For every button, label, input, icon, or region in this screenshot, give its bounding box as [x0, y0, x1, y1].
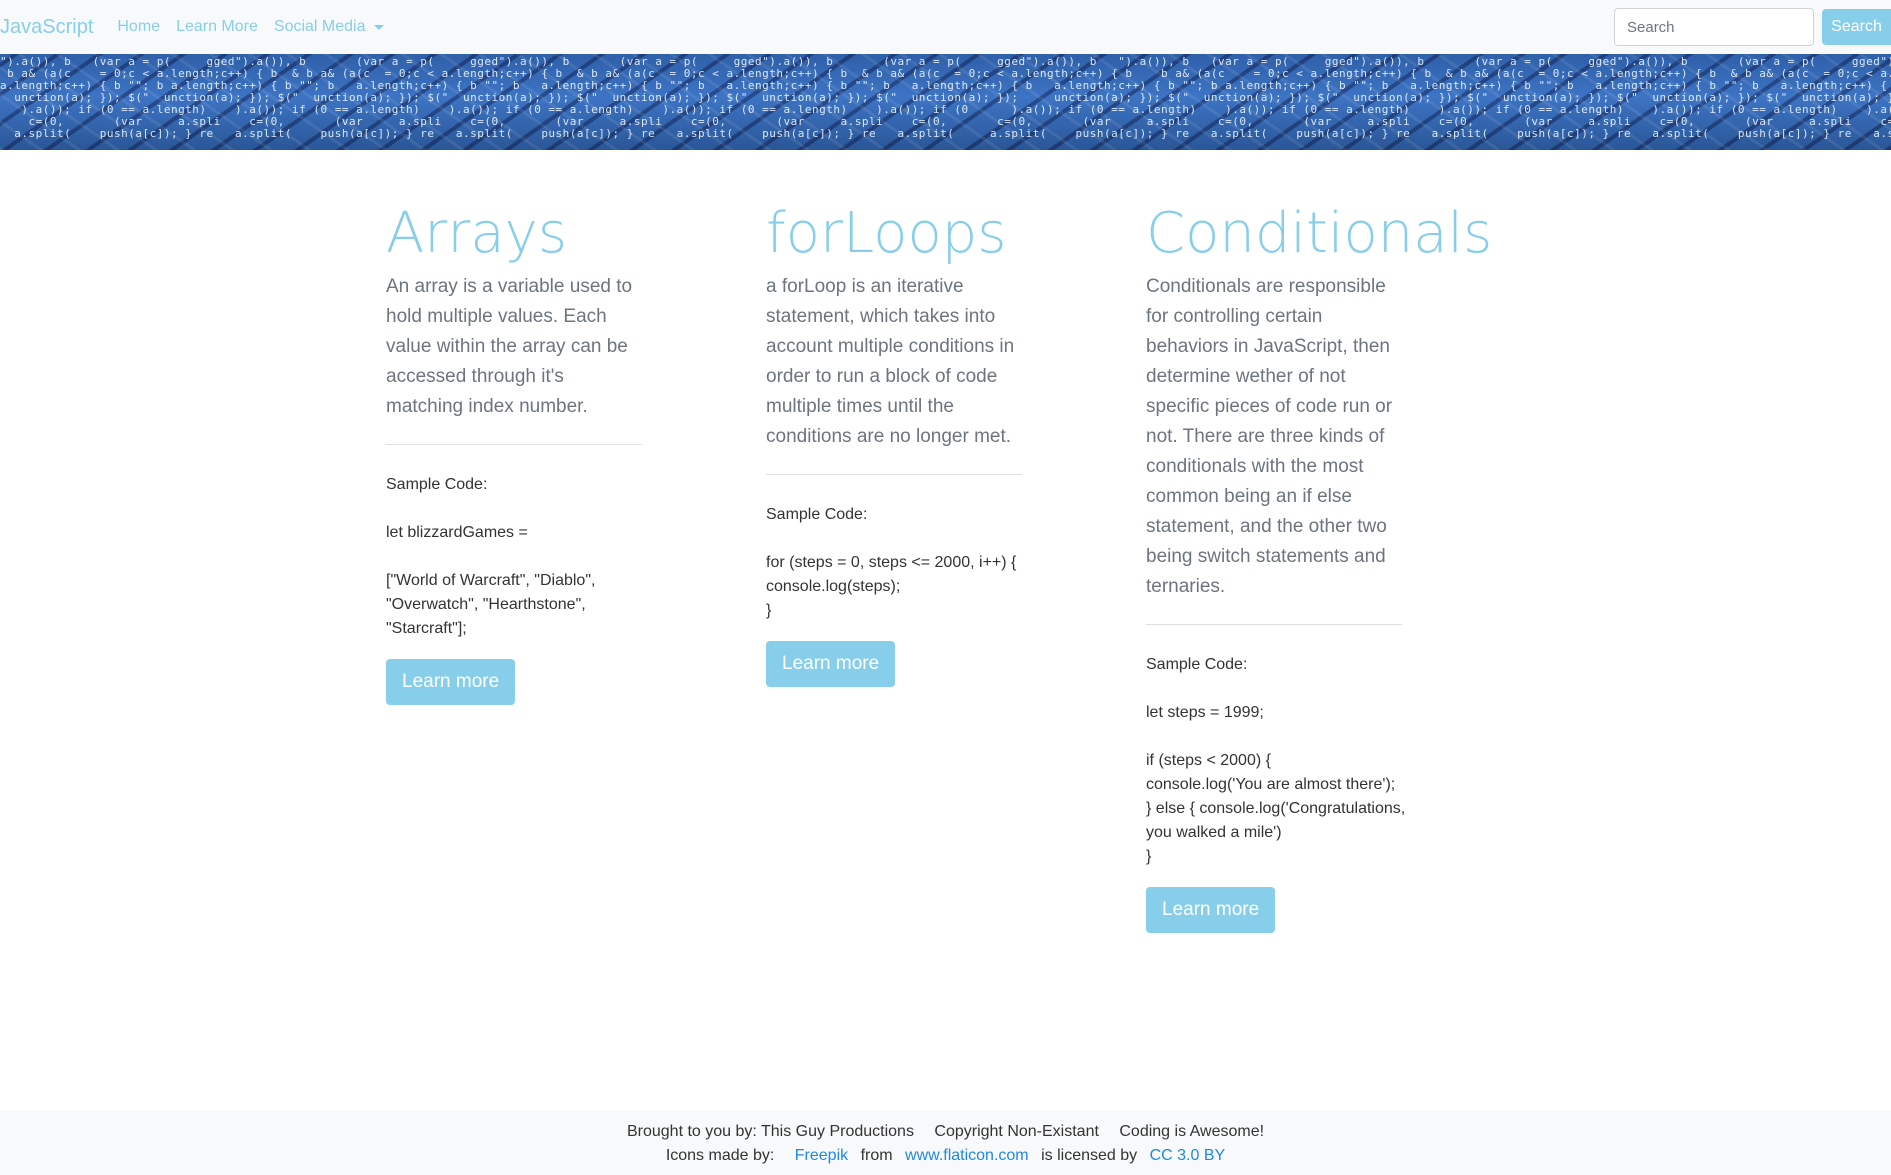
- column-title: forLoops: [766, 201, 1007, 266]
- licensed-text: is licensed by: [1041, 1147, 1138, 1164]
- banner-code-texture: ").a()), b (var a = p( gged").a()), b (v…: [0, 56, 1891, 150]
- sample-code-label: Sample Code:: [386, 476, 488, 493]
- navbar: JavaScript Home Learn More Social Media …: [0, 0, 1891, 54]
- banner-code-line: a.split( push(a[c]); } re a.split( push(…: [0, 127, 1891, 140]
- search-input[interactable]: [1614, 8, 1814, 46]
- column-description: a forLoop is an iterative statement, whi…: [766, 276, 1015, 447]
- nav-dropdown-label: Social Media: [273, 18, 366, 35]
- search-button[interactable]: Search: [1822, 9, 1891, 45]
- column-conditionals: Conditionals Conditionals are responsibl…: [1146, 200, 1492, 933]
- column-description: Conditionals are responsible for control…: [1146, 276, 1393, 597]
- icons-credit-prefix: Icons made by:: [665, 1147, 775, 1164]
- sample-code-label: Sample Code:: [766, 506, 868, 523]
- footer-copyright: Copyright Non-Existant: [934, 1123, 1099, 1140]
- footer: Brought to you by: This Guy Productions …: [0, 1110, 1891, 1175]
- code-spacer: [386, 545, 646, 569]
- nav-link-home[interactable]: Home: [117, 18, 160, 36]
- column-title: Conditionals: [1146, 201, 1493, 266]
- chevron-down-icon: [373, 24, 384, 30]
- search-form: Search: [1614, 8, 1891, 46]
- column-arrays: Arrays An array is a variable used to ho…: [386, 200, 646, 705]
- learn-more-button-conditionals[interactable]: Learn more: [1146, 887, 1276, 933]
- divider: [1146, 624, 1402, 625]
- license-link[interactable]: CC 3.0 BY: [1150, 1147, 1226, 1164]
- sample-code-label: Sample Code:: [1146, 656, 1248, 673]
- divider: [386, 444, 642, 445]
- column-description: An array is a variable used to hold mult…: [386, 276, 633, 417]
- column-title: Arrays: [386, 201, 567, 266]
- freepik-link[interactable]: Freepik: [795, 1147, 848, 1164]
- divider: [766, 474, 1022, 475]
- footer-credit: Brought to you by: This Guy Productions: [626, 1123, 914, 1140]
- code-line: let blizzardGames =: [386, 524, 528, 541]
- nav-link-learn-more[interactable]: Learn More: [176, 18, 258, 36]
- hero-banner-image: ").a()), b (var a = p( gged").a()), b (v…: [0, 54, 1891, 150]
- brand-link[interactable]: JavaScript: [0, 16, 93, 39]
- code-line: if (steps < 2000) { console.log('You are…: [1146, 752, 1406, 865]
- code-line: let steps = 1999;: [1146, 704, 1264, 721]
- code-line: for (steps = 0, steps <= 2000, i++) { co…: [766, 554, 1017, 619]
- column-forloops: forLoops a forLoop is an iterative state…: [766, 200, 1026, 687]
- code-spacer: [1146, 725, 1406, 749]
- footer-credits: Brought to you by: This Guy Productions …: [0, 1120, 1891, 1144]
- from-text: from: [860, 1147, 893, 1164]
- code-line: ["World of Warcraft", "Diablo", "Overwat…: [386, 572, 600, 637]
- learn-more-button-forloops[interactable]: Learn more: [766, 641, 896, 687]
- nav-dropdown-social-media[interactable]: Social Media: [274, 18, 384, 36]
- footer-attribution: Icons made by: Freepik from www.flaticon…: [0, 1144, 1891, 1168]
- learn-more-button-arrays[interactable]: Learn more: [386, 659, 516, 705]
- flaticon-link[interactable]: www.flaticon.com: [905, 1147, 1029, 1164]
- footer-tagline: Coding is Awesome!: [1119, 1123, 1265, 1140]
